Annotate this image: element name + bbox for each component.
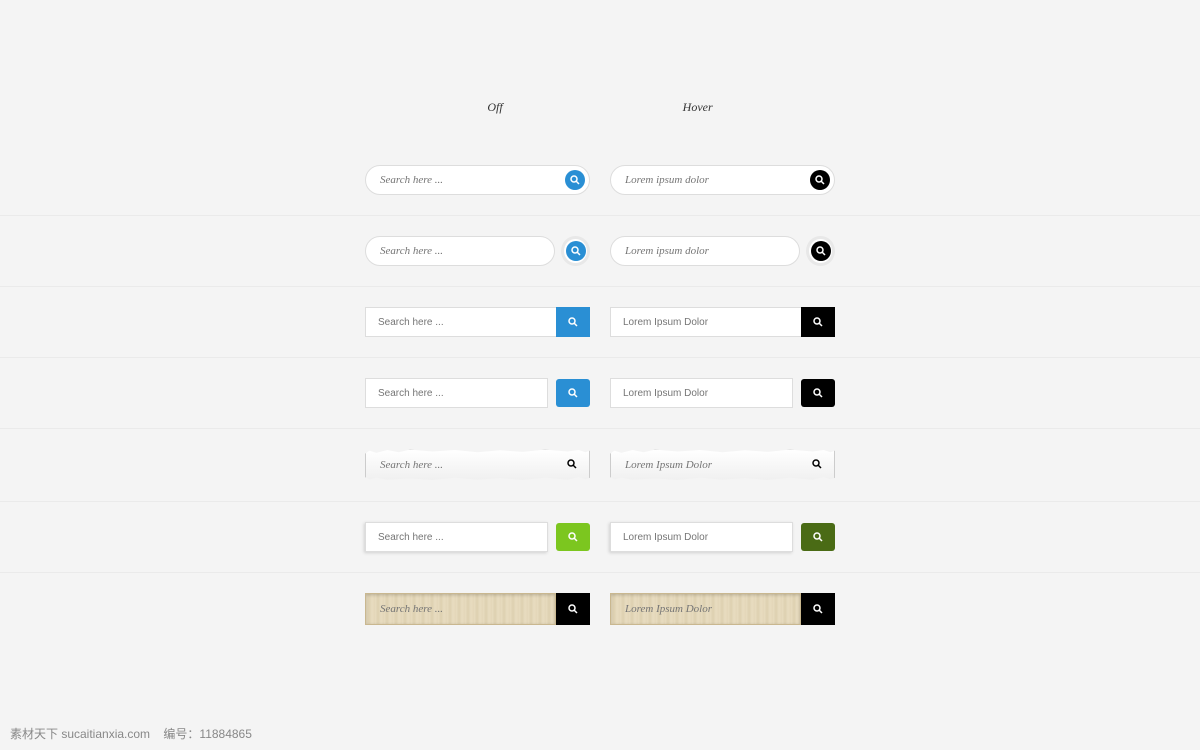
search-button[interactable] [810, 170, 830, 190]
search-input[interactable] [365, 522, 548, 552]
search-icon [812, 531, 824, 543]
footer-id-value: 11884865 [199, 727, 252, 741]
search-input[interactable] [610, 165, 835, 195]
search-input[interactable] [610, 378, 793, 408]
search-icon [569, 174, 581, 186]
search-style-row-6 [0, 502, 1200, 573]
search-input[interactable] [610, 236, 800, 266]
search-icon [567, 316, 579, 328]
search-input[interactable] [365, 236, 555, 266]
column-header-off: Off [487, 100, 502, 115]
search-icon [570, 245, 582, 257]
search-button[interactable] [556, 593, 590, 625]
search-icon [567, 531, 579, 543]
footer-attribution: 素材天下 sucaitianxia.com 编号：11884865 [10, 725, 252, 742]
search-input[interactable] [365, 307, 556, 337]
search-button[interactable] [556, 523, 590, 551]
search-icon [566, 458, 578, 470]
search-style-row-4 [0, 358, 1200, 429]
footer-id-label: 编号： [163, 727, 199, 741]
search-icon [814, 174, 826, 186]
search-button[interactable] [801, 593, 835, 625]
search-input[interactable] [365, 449, 590, 481]
search-input[interactable] [365, 593, 556, 625]
search-input[interactable] [610, 307, 801, 337]
search-icon [815, 245, 827, 257]
search-button[interactable] [565, 170, 585, 190]
footer-site: 素材天下 sucaitianxia.com [10, 727, 150, 741]
search-icon [812, 603, 824, 615]
search-button[interactable] [556, 379, 590, 407]
search-input[interactable] [610, 522, 793, 552]
search-icon [567, 603, 579, 615]
search-button[interactable] [806, 236, 835, 266]
column-header-hover: Hover [683, 100, 713, 115]
search-button[interactable] [801, 523, 835, 551]
search-button[interactable] [801, 379, 835, 407]
search-style-row-2 [0, 216, 1200, 287]
search-icon [812, 387, 824, 399]
search-style-row-1 [0, 145, 1200, 216]
search-button[interactable] [566, 458, 578, 473]
search-icon [567, 387, 579, 399]
search-input[interactable] [610, 593, 801, 625]
search-button[interactable] [801, 307, 835, 337]
search-style-row-3 [0, 287, 1200, 358]
search-input[interactable] [365, 165, 590, 195]
search-style-row-5 [0, 429, 1200, 502]
search-icon [811, 458, 823, 470]
search-input[interactable] [365, 378, 548, 408]
search-button[interactable] [561, 236, 590, 266]
search-style-row-7 [0, 573, 1200, 645]
search-button[interactable] [811, 458, 823, 473]
search-button[interactable] [556, 307, 590, 337]
search-input[interactable] [610, 449, 835, 481]
search-icon [812, 316, 824, 328]
